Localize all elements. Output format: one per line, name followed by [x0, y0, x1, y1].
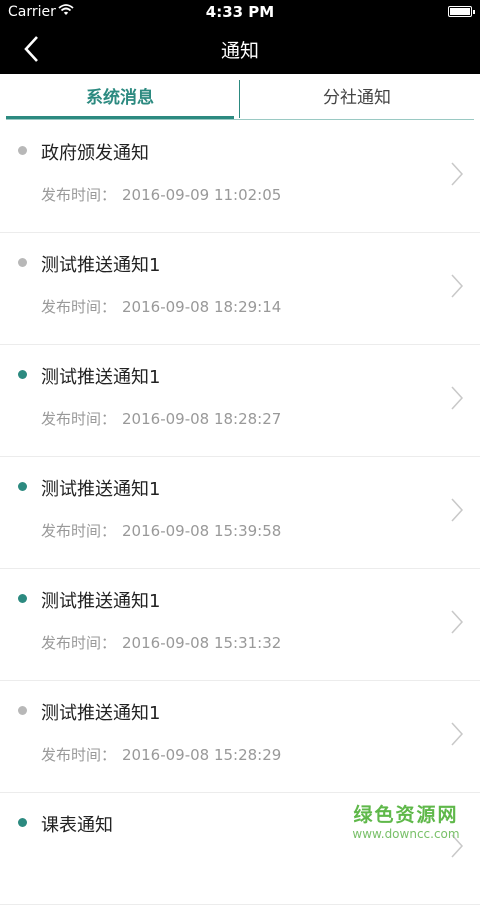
unread-indicator-dot [18, 818, 27, 827]
chevron-right-icon [451, 498, 464, 522]
chevron-right-icon [451, 162, 464, 186]
status-bar: Carrier 4:33 PM [0, 0, 480, 24]
notification-item[interactable]: 政府颁发通知 发布时间： 2016-09-09 11:02:05 [0, 121, 480, 233]
publish-time-label: 发布时间： [41, 410, 117, 428]
tab-bar: 系统消息 分社通知 [6, 78, 474, 120]
publish-time-label: 发布时间： [41, 746, 117, 764]
read-indicator-dot [18, 258, 27, 267]
publish-time-label: 发布时间： [41, 522, 117, 540]
notification-publish-time: 发布时间： 2016-09-09 11:02:05 [41, 184, 281, 205]
notification-title: 政府颁发通知 [41, 143, 149, 164]
tab-system-messages[interactable]: 系统消息 [6, 78, 234, 120]
publish-time-value: 2016-09-08 18:29:14 [122, 298, 282, 316]
nav-bar: 通知 [0, 24, 480, 74]
notification-publish-time: 发布时间： 2016-09-08 15:39:58 [41, 520, 281, 541]
clock-label: 4:33 PM [205, 3, 275, 21]
watermark-name: 绿色资源网 [353, 804, 459, 826]
notification-item[interactable]: 测试推送通知1 发布时间： 2016-09-08 15:39:58 [0, 457, 480, 569]
unread-indicator-dot [18, 482, 27, 491]
chevron-right-icon [451, 274, 464, 298]
watermark-url: www.downcc.com [352, 827, 460, 841]
notification-publish-time: 发布时间： 2016-09-08 15:28:29 [41, 744, 281, 765]
publish-time-value: 2016-09-08 15:39:58 [122, 522, 282, 540]
page-title: 通知 [220, 40, 259, 62]
notification-list: 政府颁发通知 发布时间： 2016-09-09 11:02:05 测试推送通知1 发布时… [0, 121, 480, 905]
read-indicator-dot [18, 706, 27, 715]
tab-label: 系统消息 [86, 88, 154, 108]
watermark: 绿色资源网 www.downcc.com [346, 800, 466, 841]
notification-item[interactable]: 测试推送通知1 发布时间： 2016-09-08 18:28:27 [0, 345, 480, 457]
publish-time-value: 2016-09-08 18:28:27 [122, 410, 282, 428]
unread-indicator-dot [18, 594, 27, 603]
tab-bottom-border [6, 119, 474, 120]
notification-title: 测试推送通知1 [41, 255, 161, 276]
publish-time-value: 2016-09-08 15:31:32 [122, 634, 282, 652]
tab-branch-notices[interactable]: 分社通知 [240, 78, 474, 120]
chevron-right-icon [451, 386, 464, 410]
publish-time-value: 2016-09-08 15:28:29 [122, 746, 282, 764]
read-indicator-dot [18, 146, 27, 155]
notification-title: 测试推送通知1 [41, 591, 161, 612]
tab-label: 分社通知 [323, 88, 391, 108]
notification-publish-time: 发布时间： 2016-09-08 18:29:14 [41, 296, 281, 317]
notification-publish-time: 发布时间： 2016-09-08 15:31:32 [41, 632, 281, 653]
chevron-right-icon [451, 610, 464, 634]
notification-title: 测试推送通知1 [41, 703, 161, 724]
publish-time-label: 发布时间： [41, 298, 117, 316]
publish-time-label: 发布时间： [41, 186, 117, 204]
notification-title: 课表通知 [41, 815, 113, 836]
publish-time-label: 发布时间： [41, 634, 117, 652]
publish-time-value: 2016-09-09 11:02:05 [122, 186, 282, 204]
chevron-right-icon [451, 722, 464, 746]
notification-item[interactable]: 测试推送通知1 发布时间： 2016-09-08 18:29:14 [0, 233, 480, 345]
unread-indicator-dot [18, 370, 27, 379]
notification-item[interactable]: 测试推送通知1 发布时间： 2016-09-08 15:31:32 [0, 569, 480, 681]
battery-icon [448, 6, 475, 17]
notification-title: 测试推送通知1 [41, 479, 161, 500]
notification-title: 测试推送通知1 [41, 367, 161, 388]
notification-publish-time: 发布时间： 2016-09-08 18:28:27 [41, 408, 281, 429]
notification-item[interactable]: 测试推送通知1 发布时间： 2016-09-08 15:28:29 [0, 681, 480, 793]
